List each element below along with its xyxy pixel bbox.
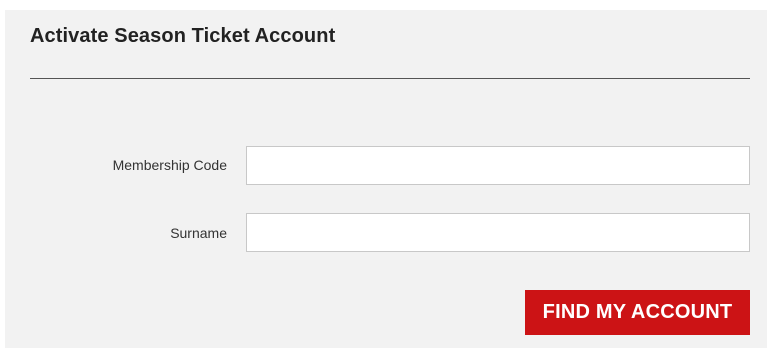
page-title: Activate Season Ticket Account [30,25,336,47]
membership-code-label: Membership Code [112,157,227,173]
membership-code-input[interactable] [246,146,750,185]
surname-label: Surname [170,225,227,241]
title-divider [30,78,750,79]
activate-account-panel: Activate Season Ticket Account Membershi… [5,10,767,348]
surname-input[interactable] [246,213,750,252]
find-my-account-button[interactable]: FIND MY ACCOUNT [525,290,750,335]
